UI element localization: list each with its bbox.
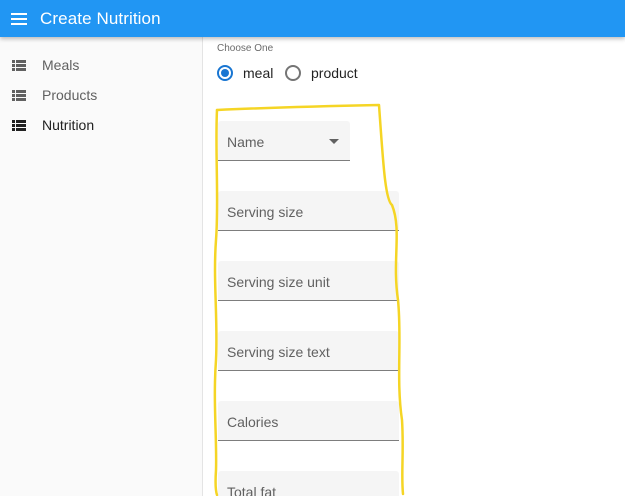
serving-size-field[interactable]: Serving size	[218, 191, 399, 231]
field-label: Serving size text	[227, 344, 330, 360]
radio-unchecked-icon[interactable]	[285, 65, 301, 81]
list-icon	[12, 89, 26, 101]
calories-field[interactable]: Calories	[218, 401, 399, 441]
sidebar-item-nutrition[interactable]: Nutrition	[0, 110, 203, 140]
radio-checked-icon[interactable]	[217, 65, 233, 81]
name-select[interactable]: Name	[218, 121, 350, 161]
radio-label: meal	[243, 65, 274, 81]
field-label: Serving size	[227, 204, 304, 220]
field-label: Serving size unit	[227, 274, 330, 290]
select-label: Name	[227, 134, 265, 150]
list-icon	[12, 59, 26, 71]
list-icon	[12, 119, 26, 131]
sidebar-item-label: Products	[42, 87, 98, 103]
field-label: Calories	[227, 414, 279, 430]
page-title: Create Nutrition	[40, 8, 161, 28]
hamburger-menu-icon[interactable]	[11, 0, 31, 37]
serving-size-unit-field[interactable]: Serving size unit	[218, 261, 399, 301]
sidebar-item-label: Meals	[42, 57, 80, 73]
field-label: Total fat	[227, 484, 277, 496]
sidebar: Meals Products Nutrition	[0, 37, 203, 496]
dropdown-caret-icon	[329, 139, 339, 144]
sidebar-item-label: Nutrition	[42, 117, 95, 133]
app-bar: Create Nutrition	[0, 0, 625, 37]
radio-group-label: Choose One	[217, 43, 274, 54]
radio-label: product	[311, 65, 358, 81]
sidebar-item-meals[interactable]: Meals	[0, 50, 203, 80]
radio-product[interactable]: product	[285, 63, 358, 83]
sidebar-item-products[interactable]: Products	[0, 80, 203, 110]
radio-meal[interactable]: meal	[217, 63, 273, 83]
serving-size-text-field[interactable]: Serving size text	[218, 331, 399, 371]
total-fat-field[interactable]: Total fat	[218, 471, 399, 496]
